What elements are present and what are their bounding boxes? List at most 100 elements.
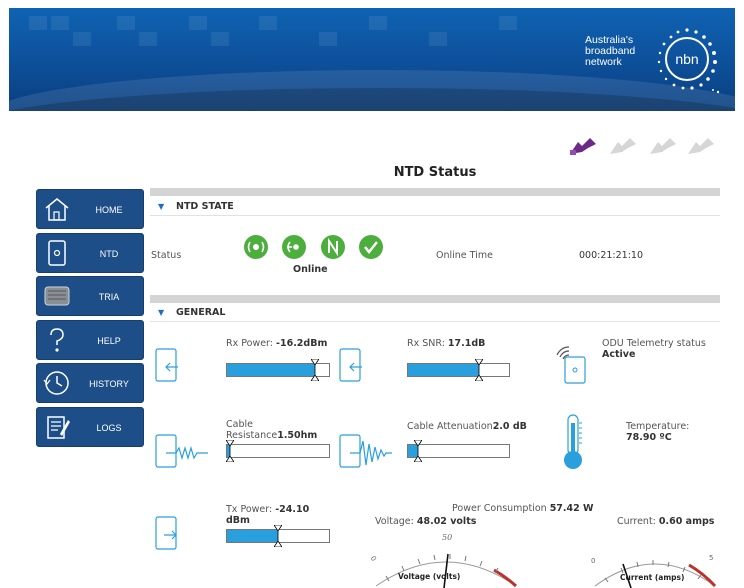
sidebar-nav: HOME NTD TRIA HELP HISTORY LOGS [36, 189, 144, 450]
signal-status-icon [282, 235, 306, 259]
nav-logs-label: LOGS [96, 422, 122, 433]
cable-att-text: Cable Attenuation2.0 dB [407, 421, 527, 432]
power-consumption-text: Power Consumption 57.42 W [452, 503, 594, 514]
odu-telemetry-icon [556, 346, 586, 384]
cable-res-value: 1.50hm [277, 430, 318, 441]
collapse-triangle-icon: ▼ [158, 308, 165, 317]
tx-power-value: -24.10 [275, 504, 310, 515]
cable-res-text: Resistance1.50hm [226, 430, 317, 441]
nbn-logo-text: nbn [665, 37, 709, 81]
tx-power-text: Tx Power: -24.10 [226, 504, 309, 515]
rx-snr-text: Rx SNR: 17.1dB [407, 338, 485, 349]
status-value: Online [293, 264, 328, 275]
voltage-gauge: 0 50 Voltage (volts) [369, 533, 518, 588]
cable-att-value: 2.0 dB [492, 421, 527, 432]
nbn-logo: nbn [650, 24, 722, 96]
slider-thumb[interactable] [274, 525, 282, 547]
rx-snr-slider[interactable] [407, 359, 510, 381]
slider-thumb[interactable] [226, 440, 235, 462]
logs-icon [47, 415, 70, 439]
collapse-triangle-icon: ▼ [158, 202, 165, 211]
current-label: Current: [617, 516, 659, 527]
tx-power-label: Tx Power: [226, 504, 276, 515]
current-gauge-title: Current (amps) [620, 573, 684, 582]
history-icon [43, 371, 69, 395]
nav-history[interactable]: HISTORY [36, 363, 144, 403]
rx-snr-value: 17.1dB [447, 338, 486, 349]
cable-attenuation-icon [339, 434, 392, 468]
ntd-rx-device-icon [155, 348, 178, 382]
nav-tria-label: TRIA [98, 292, 120, 302]
check-status-icon [359, 235, 383, 259]
page-title: NTD Status [393, 165, 477, 180]
nav-help-label: HELP [97, 335, 121, 346]
current-tick-zero: 0 [591, 557, 595, 565]
voltage-gauge-title: Voltage (volts) [398, 572, 460, 581]
voltage-text: Voltage: 48.02 volts [375, 516, 476, 527]
brand-text: Australia's broadband network [585, 35, 635, 68]
rx-power-slider[interactable] [226, 359, 330, 381]
ntd-state-title: NTD STATE [176, 201, 234, 212]
ntd-snr-device-icon [339, 348, 362, 382]
link-status-icon [244, 235, 268, 259]
brand-line-3: network [585, 56, 622, 68]
temperature-label: Temperature: [626, 421, 690, 432]
odu-telemetry-value: Active [602, 349, 636, 360]
odu-telemetry-label: ODU Telemetry status [602, 338, 706, 349]
nav-history-label: HISTORY [89, 379, 129, 389]
rx-power-label: Rx Power: [226, 338, 277, 349]
slider-thumb[interactable] [414, 440, 423, 462]
tx-power-unit: dBm [226, 515, 250, 526]
network-status-icon [321, 235, 345, 259]
power-consumption-value: 57.42 W [549, 503, 594, 514]
tx-power-slider[interactable] [226, 525, 330, 547]
current-value: 0.60 amps [658, 516, 715, 527]
general-header[interactable]: ▼ GENERAL [150, 304, 720, 322]
nav-logs[interactable]: LOGS [36, 406, 144, 447]
ntd-tx-device-icon [155, 516, 177, 550]
rx-power-text: Rx Power: -16.2dBm [226, 338, 327, 349]
help-icon [50, 327, 64, 352]
rx-power-value: -16.2dBm [276, 338, 328, 349]
step-inactive-icon [610, 138, 636, 154]
tx-power-slider-fill [227, 530, 278, 542]
nav-tria[interactable]: TRIA [36, 276, 144, 316]
power-consumption-label: Power Consumption [452, 503, 550, 514]
voltage-label: Voltage: [375, 516, 417, 527]
status-label: Status [151, 250, 182, 261]
home-icon [45, 198, 69, 221]
banner-pattern [29, 16, 549, 56]
rx-snr-slider-fill [408, 364, 479, 376]
voltage-tick-mid: 50 [442, 533, 452, 542]
nav-home-label: HOME [95, 205, 123, 215]
cable-att-label: Cable Attenuation [407, 421, 493, 432]
current-tick-max: 5 [709, 554, 713, 562]
ntd-state-header[interactable]: ▼ NTD STATE [150, 198, 720, 216]
cable-resistance-slider[interactable] [226, 440, 330, 462]
cable-resistance-icon [155, 434, 208, 468]
progress-steps [568, 136, 718, 158]
online-time-label: Online Time [436, 250, 493, 261]
slider-thumb[interactable] [474, 359, 483, 381]
voltage-value: 48.02 volts [416, 516, 477, 527]
thermometer-icon [564, 414, 582, 469]
nav-ntd-label: NTD [99, 248, 119, 259]
general-title: GENERAL [176, 307, 226, 318]
rx-snr-label: Rx SNR: [407, 338, 448, 349]
nav-ntd[interactable]: NTD [36, 232, 144, 273]
nav-help[interactable]: HELP [36, 319, 144, 360]
tria-device-icon [44, 286, 70, 306]
rx-power-slider-fill [227, 364, 315, 376]
cable-res-label-1: Cable [226, 419, 253, 430]
voltage-tick-zero: 0 [369, 555, 378, 563]
step-active-icon [570, 138, 596, 155]
current-text: Current: 0.60 amps [617, 516, 714, 527]
step-inactive-icon [688, 138, 714, 154]
current-gauge: 0 5 Current (amps) [591, 554, 717, 588]
slider-thumb[interactable] [310, 359, 319, 381]
nav-home[interactable]: HOME [36, 189, 144, 229]
cable-attenuation-slider[interactable] [407, 440, 510, 462]
temperature-value: 78.90 ºC [626, 432, 672, 443]
section-divider [150, 188, 720, 196]
ntd-device-icon [48, 239, 66, 266]
